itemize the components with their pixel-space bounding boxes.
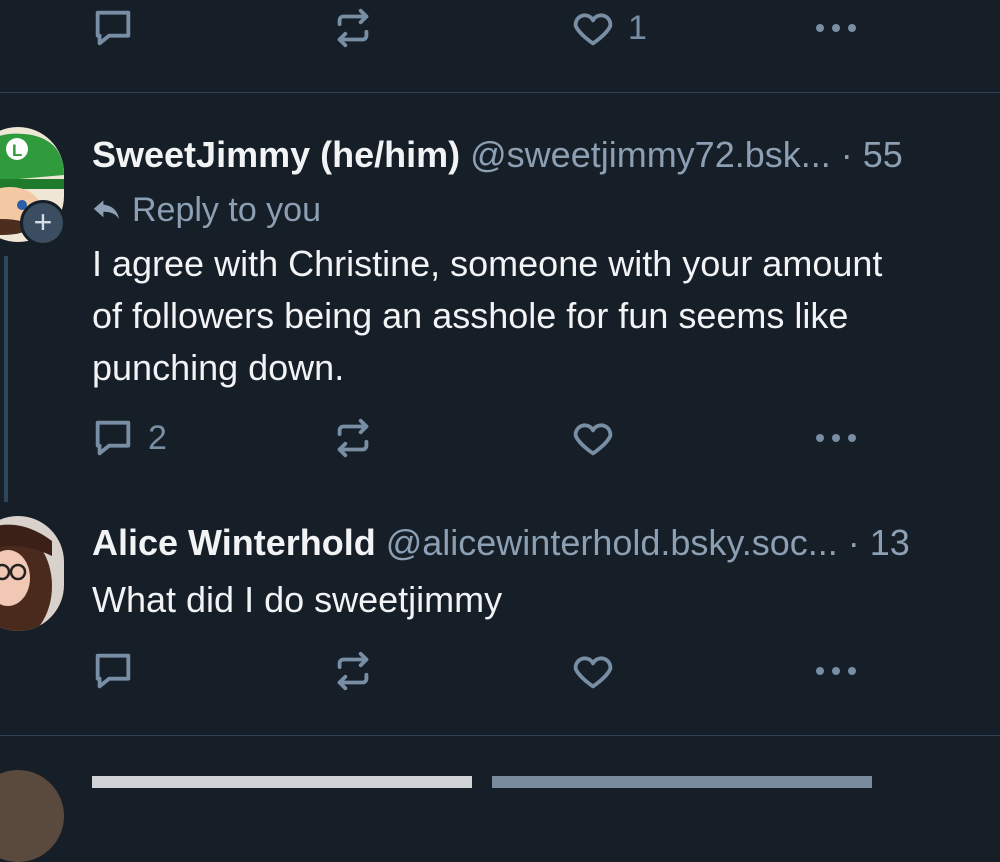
- reply-button[interactable]: [90, 3, 136, 53]
- more-options-button[interactable]: [812, 413, 860, 463]
- like-count: 1: [628, 8, 647, 47]
- comment-icon: [95, 653, 131, 689]
- post-text-line: punching down.: [92, 347, 345, 388]
- repost-button[interactable]: [330, 413, 376, 463]
- more-icon: [816, 667, 856, 675]
- svg-text:L: L: [12, 141, 22, 160]
- post-time[interactable]: · 13: [848, 522, 910, 563]
- post-header: Alice Winterhold @alicewinterhold.bsky.s…: [92, 521, 910, 565]
- like-button[interactable]: [570, 646, 616, 696]
- repost-button[interactable]: [330, 3, 376, 53]
- post-text: I agree with Christine, someone with you…: [92, 238, 992, 394]
- reply-count: 2: [148, 418, 167, 457]
- reply-arrow-icon: [93, 200, 119, 219]
- alice-avatar-image: [0, 516, 64, 631]
- repost-icon: [337, 8, 369, 48]
- more-options-button[interactable]: [812, 3, 860, 53]
- more-icon: [816, 434, 856, 442]
- reply-context[interactable]: Reply to you: [92, 190, 321, 230]
- repost-icon: [337, 418, 369, 458]
- avatar[interactable]: [0, 770, 64, 862]
- comment-icon: [95, 420, 131, 456]
- thread-line: [4, 256, 8, 502]
- post-actions: 2: [0, 413, 1000, 463]
- post-header: SweetJimmy (he/him) @sweetjimmy72.bsk...…: [92, 133, 903, 177]
- author-handle[interactable]: @sweetjimmy72.bsk...: [470, 134, 831, 175]
- avatar[interactable]: [0, 516, 64, 631]
- follow-button[interactable]: +: [20, 200, 66, 246]
- more-icon: [816, 24, 856, 32]
- post-divider: [0, 735, 1000, 736]
- heart-icon: [573, 423, 613, 456]
- repost-icon: [337, 651, 369, 691]
- post-divider: [0, 92, 1000, 93]
- like-button[interactable]: [570, 413, 616, 463]
- more-options-button[interactable]: [812, 646, 860, 696]
- top-post-actions: 1: [0, 3, 1000, 53]
- post-actions: [0, 646, 1000, 696]
- post-text-line: I agree with Christine, someone with you…: [92, 243, 883, 284]
- reply-button[interactable]: 2: [90, 413, 167, 463]
- post-text: What did I do sweetjimmy: [92, 579, 503, 620]
- like-button[interactable]: 1: [570, 3, 647, 53]
- repost-button[interactable]: [330, 646, 376, 696]
- post-time[interactable]: · 55: [841, 134, 903, 175]
- author-name[interactable]: SweetJimmy (he/him): [92, 134, 460, 175]
- author-handle[interactable]: @alicewinterhold.bsky.soc...: [386, 522, 838, 563]
- post-text-line: of followers being an asshole for fun se…: [92, 295, 849, 336]
- heart-icon: [573, 13, 613, 46]
- reply-button[interactable]: [90, 646, 136, 696]
- reply-label: Reply to you: [132, 191, 321, 229]
- comment-icon: [95, 10, 131, 46]
- heart-icon: [573, 656, 613, 689]
- author-name[interactable]: Alice Winterhold: [92, 522, 376, 563]
- next-post-header-clipped: [92, 776, 912, 788]
